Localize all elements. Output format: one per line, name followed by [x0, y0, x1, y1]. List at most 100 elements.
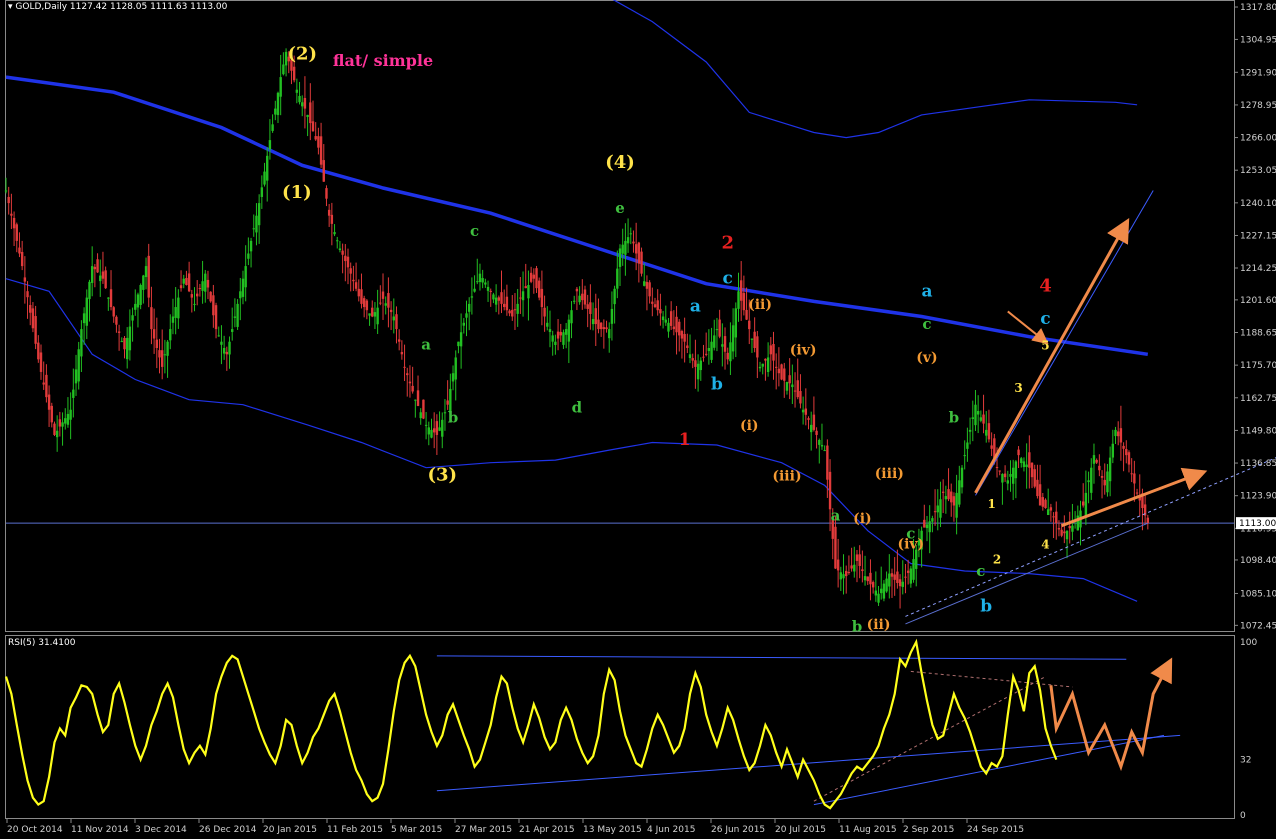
candle-body [319, 136, 323, 165]
candle-body [995, 466, 999, 468]
candle-body [50, 405, 53, 423]
candle-body [1020, 458, 1023, 464]
candle-body [104, 270, 107, 289]
candle-body [519, 297, 522, 299]
wave-label: (i) [853, 511, 872, 527]
candle-body [950, 491, 953, 503]
candle-body [341, 250, 344, 255]
candle-body [274, 108, 277, 115]
wave-label: (i) [740, 418, 759, 434]
candle-body [225, 351, 229, 355]
candle-body [1025, 464, 1028, 468]
candle-body [279, 77, 282, 97]
wave-label: (iii) [772, 468, 801, 484]
candle-body [136, 294, 140, 308]
candle-body [626, 237, 630, 244]
candle-body [371, 307, 374, 317]
wave-label: 2 [721, 232, 734, 253]
candle-body [1009, 474, 1012, 477]
candle-body [1081, 501, 1085, 506]
price-axis-label: 1072.45 [1240, 621, 1276, 631]
candle-body [158, 350, 161, 358]
candle-body [72, 389, 75, 398]
candle-body [710, 341, 713, 360]
candle-body [1046, 509, 1050, 516]
candle-body [39, 352, 43, 372]
candle-body [739, 280, 743, 301]
candle-body [1041, 497, 1044, 507]
candle-body [15, 224, 18, 241]
candle-body [58, 419, 62, 427]
candle-body [1063, 531, 1066, 534]
projection-arrow [974, 218, 1130, 494]
candle-body [597, 319, 600, 330]
candle-body [82, 313, 86, 324]
wave-label: (3) [427, 464, 457, 485]
candle-body [726, 352, 729, 360]
candle-body [621, 244, 624, 254]
candle-body [427, 427, 430, 435]
candle-body [589, 302, 592, 314]
rsi-axis-label: 100 [1240, 638, 1257, 648]
candle-body [64, 418, 67, 424]
candle-body [529, 272, 533, 282]
wave-label: (ii) [748, 297, 772, 313]
candle-body [12, 217, 16, 229]
candle-body [424, 424, 428, 426]
candle-body [564, 329, 568, 335]
price-axis-label: 1162.75 [1240, 394, 1276, 404]
time-axis-label: 20 Oct 2014 [7, 825, 63, 835]
candle-body [667, 322, 670, 332]
candle-body [206, 279, 210, 288]
time-axis-label: 27 Mar 2015 [455, 825, 512, 835]
candle-body [169, 329, 172, 341]
candle-body [737, 291, 740, 309]
candle-body [521, 291, 525, 301]
candle-body [788, 375, 791, 384]
wave-label: (iv) [790, 342, 817, 358]
candle-body [303, 97, 307, 109]
candle-body [750, 338, 754, 340]
dropdown-arrow-icon[interactable]: ▾ [8, 2, 13, 12]
candle-body [1130, 473, 1133, 475]
candle-body [944, 496, 948, 500]
time-axis-label: 21 Apr 2015 [519, 825, 575, 835]
price-axis-label: 1266.00 [1240, 134, 1276, 144]
candle-body [45, 374, 48, 398]
candle-body [1087, 480, 1090, 483]
candle-body [1106, 471, 1109, 493]
candle-body [298, 95, 301, 103]
candle-body [462, 322, 466, 326]
candle-body [1017, 449, 1020, 456]
candle-body [772, 344, 775, 361]
candle-body [212, 295, 215, 316]
wave-label: c [922, 315, 931, 333]
wave-label: c [470, 222, 479, 240]
candle-body [915, 549, 918, 569]
candle-body [896, 571, 899, 584]
candle-body [266, 155, 269, 181]
rsi-header: RSI(5) 31.4100 [8, 638, 76, 648]
candle-body [893, 574, 896, 580]
time-axis-label: 24 Sep 2015 [967, 825, 1024, 835]
candle-body [516, 303, 519, 314]
candle-body [330, 214, 334, 224]
price-axis-label: 1291.90 [1240, 68, 1276, 78]
candle-body [678, 321, 681, 336]
candle-body [505, 296, 509, 311]
candle-body [696, 363, 700, 380]
candle-body [457, 341, 460, 347]
candle-body [686, 345, 689, 349]
candle-body [260, 187, 264, 197]
candle-body [144, 266, 148, 278]
candle-body [960, 467, 964, 488]
candle-body [155, 339, 159, 349]
candle-body [669, 311, 673, 326]
candle-body [791, 384, 794, 388]
candle-body [583, 289, 587, 305]
candle-body [548, 329, 552, 333]
time-axis-label: 4 Jun 2015 [647, 825, 695, 835]
time-axis-label: 13 May 2015 [583, 825, 642, 835]
candle-body [524, 286, 527, 289]
candle-body [613, 288, 616, 305]
